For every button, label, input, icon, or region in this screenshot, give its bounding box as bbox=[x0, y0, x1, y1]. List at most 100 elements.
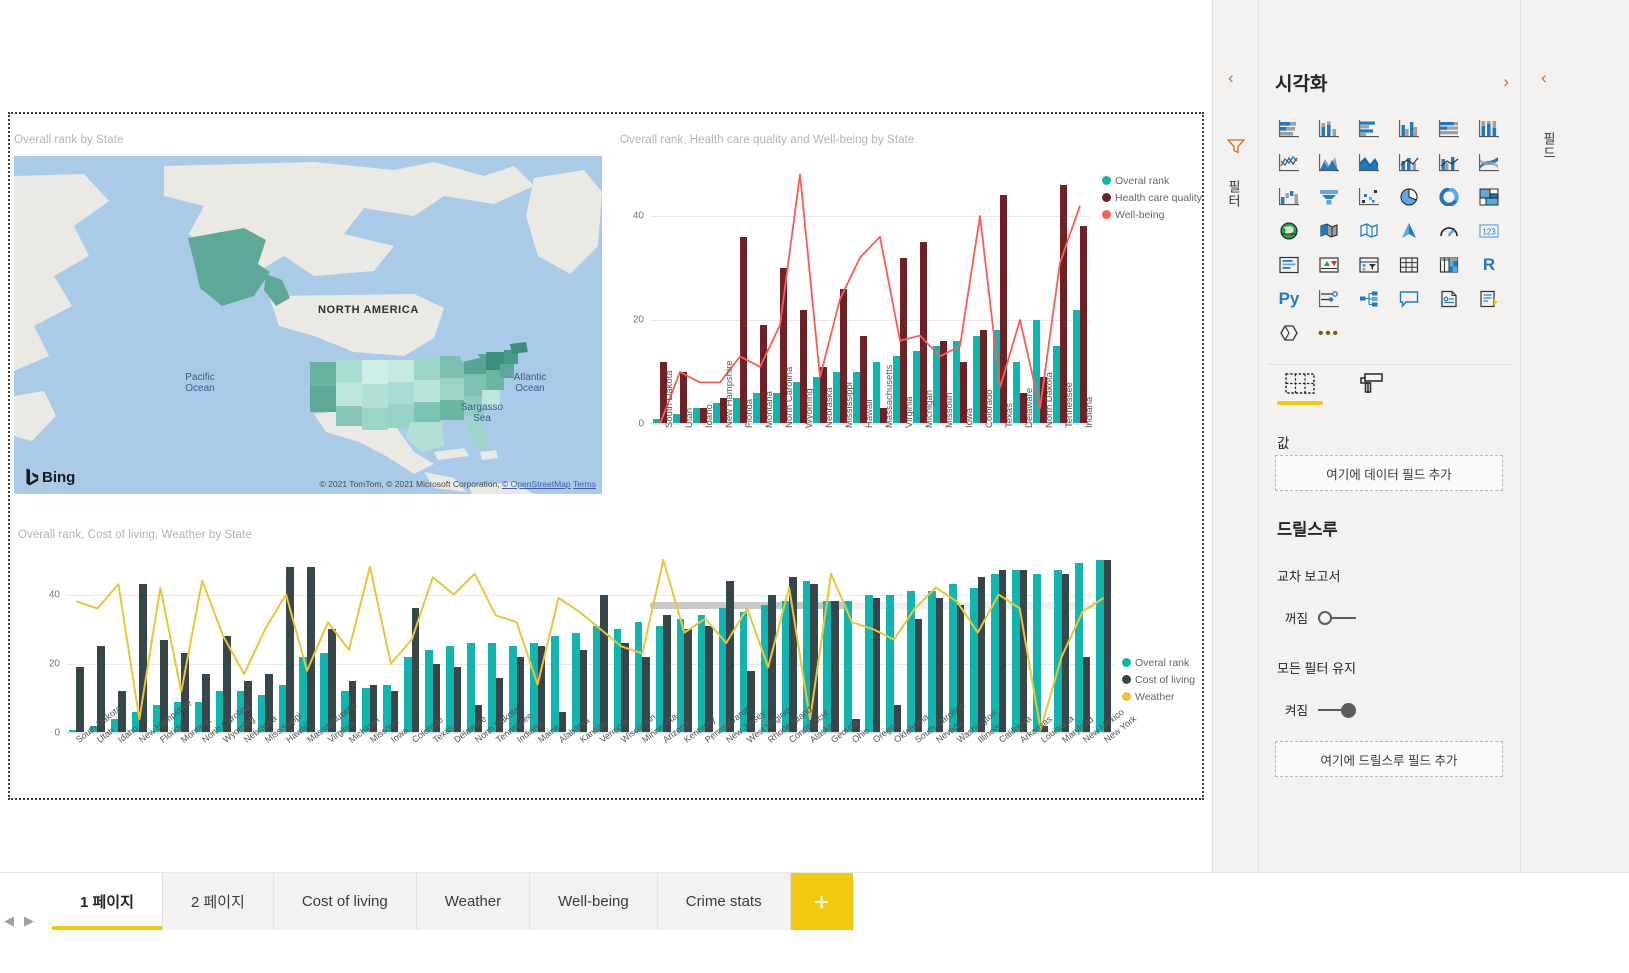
clustered-bar-chart-icon[interactable] bbox=[1349, 112, 1389, 146]
page-tabs[interactable]: 1 페이지2 페이지Cost of livingWeather Well-bein… bbox=[52, 873, 853, 930]
shape-map-icon[interactable] bbox=[1349, 214, 1389, 248]
cost-chart-legend[interactable]: Overal rank Cost of living Weather bbox=[1122, 654, 1195, 705]
line-clustered-column-chart-icon[interactable] bbox=[1429, 146, 1469, 180]
collapse-filters-chevron-icon[interactable]: ‹ bbox=[1228, 68, 1234, 88]
page-tab-5[interactable]: Well-being bbox=[530, 873, 658, 930]
map-visual[interactable]: Overall rank by State bbox=[14, 134, 604, 494]
kpi-icon[interactable] bbox=[1309, 248, 1349, 282]
map-continent-label: NORTH AMERICA bbox=[318, 304, 419, 316]
r-script-visual-icon[interactable]: R bbox=[1469, 248, 1509, 282]
hundred-percent-stacked-column-chart-icon[interactable] bbox=[1469, 112, 1509, 146]
drillthrough-dropzone[interactable]: 여기에 드릴스루 필드 추가 bbox=[1275, 741, 1503, 777]
page-tab-1[interactable]: 1 페이지 bbox=[52, 873, 163, 930]
x-axis-tick-label: Idaho bbox=[704, 404, 715, 428]
cross-report-toggle-row[interactable]: 꺼짐 bbox=[1285, 608, 1356, 627]
legend-item[interactable]: Overal rank bbox=[1122, 654, 1195, 671]
fields-pane-collapsed[interactable]: ‹ 필드 bbox=[1520, 0, 1629, 872]
y-axis-tick-label: 20 bbox=[36, 658, 60, 669]
line-stacked-column-chart-icon[interactable] bbox=[1389, 146, 1429, 180]
cross-report-toggle-switch[interactable] bbox=[1318, 611, 1356, 625]
stacked-bar-chart-icon[interactable] bbox=[1269, 112, 1309, 146]
cost-of-living-chart[interactable]: Overall rank, Cost of living, Weather by… bbox=[14, 529, 1196, 794]
page-tab-prev-arrow[interactable]: ◀ bbox=[4, 913, 14, 929]
report-page-container[interactable]: Overall rank by State bbox=[8, 112, 1204, 800]
gauge-icon[interactable] bbox=[1429, 214, 1469, 248]
fields-tab[interactable] bbox=[1277, 372, 1323, 405]
x-axis-tick-label: Montana bbox=[764, 391, 775, 428]
filters-pane-collapsed[interactable]: ‹ 필터 bbox=[1212, 0, 1258, 872]
slicer-icon[interactable] bbox=[1349, 248, 1389, 282]
key-influencers-icon[interactable] bbox=[1309, 282, 1349, 316]
legend-item[interactable]: Cost of living bbox=[1122, 671, 1195, 688]
line-chart-icon[interactable] bbox=[1269, 146, 1309, 180]
values-dropzone[interactable]: 여기에 데이터 필드 추가 bbox=[1275, 455, 1503, 491]
legend-item[interactable]: Health care quality bbox=[1102, 189, 1202, 206]
keep-all-filters-toggle-row[interactable]: 켜짐 bbox=[1285, 700, 1356, 719]
hundred-percent-stacked-bar-chart-icon[interactable] bbox=[1429, 112, 1469, 146]
x-axis-tick-label: North Dakota bbox=[1044, 372, 1055, 428]
visualizations-pane[interactable]: 시각화 › 123R Py••• bbox=[1258, 0, 1520, 872]
matrix-icon[interactable] bbox=[1429, 248, 1469, 282]
legend-item[interactable]: Well-being bbox=[1102, 206, 1202, 223]
page-tab-4[interactable]: Weather bbox=[417, 873, 530, 930]
legend-item[interactable]: Overal rank bbox=[1102, 172, 1202, 189]
y-axis-tick-label: 40 bbox=[36, 589, 60, 600]
azure-map-icon[interactable] bbox=[1389, 214, 1429, 248]
report-canvas-area[interactable]: Overall rank by State bbox=[0, 0, 1212, 872]
paginated-report-icon[interactable] bbox=[1469, 282, 1509, 316]
legend-label: Cost of living bbox=[1135, 674, 1195, 686]
area-chart-icon[interactable] bbox=[1309, 146, 1349, 180]
visualization-type-grid[interactable]: 123R Py••• bbox=[1269, 112, 1513, 350]
fields-pane-vertical-label: 필드 bbox=[1539, 132, 1558, 160]
multi-row-card-icon[interactable] bbox=[1269, 248, 1309, 282]
filled-map-icon[interactable] bbox=[1309, 214, 1349, 248]
more-options-icon[interactable]: ••• bbox=[1309, 316, 1349, 350]
ribbon-chart-icon[interactable] bbox=[1469, 146, 1509, 180]
map-visual-title: Overall rank by State bbox=[14, 134, 123, 146]
pie-chart-icon[interactable] bbox=[1389, 180, 1429, 214]
filter-icon[interactable] bbox=[1227, 138, 1245, 159]
card-number-icon[interactable]: 123 bbox=[1469, 214, 1509, 248]
expand-visualizations-chevron-icon[interactable]: › bbox=[1503, 72, 1509, 92]
add-page-button[interactable]: + bbox=[791, 873, 853, 930]
stacked-column-chart-icon[interactable] bbox=[1309, 112, 1349, 146]
table-icon[interactable] bbox=[1389, 248, 1429, 282]
smart-narrative-icon[interactable] bbox=[1429, 282, 1469, 316]
get-more-visuals-icon[interactable] bbox=[1269, 316, 1309, 350]
page-tab-label: Well-being bbox=[558, 893, 629, 910]
page-tab-6[interactable]: Crime stats bbox=[658, 873, 791, 930]
decomposition-tree-icon[interactable] bbox=[1349, 282, 1389, 316]
x-axis-tick-label: Iowa bbox=[964, 408, 975, 428]
map-attribution-osm-link[interactable]: © OpenStreetMap bbox=[502, 479, 571, 489]
donut-chart-icon[interactable] bbox=[1429, 180, 1469, 214]
clustered-column-chart-icon[interactable] bbox=[1389, 112, 1429, 146]
scatter-chart-icon[interactable] bbox=[1349, 180, 1389, 214]
keep-all-filters-toggle-switch[interactable] bbox=[1318, 703, 1356, 717]
viz-pane-field-tabs[interactable] bbox=[1277, 372, 1395, 405]
bing-map-canvas[interactable]: NORTH AMERICA Pacific Ocean Atlantic Oce… bbox=[14, 156, 602, 494]
python-visual-icon[interactable]: Py bbox=[1269, 282, 1309, 316]
x-axis-tick-label: Florida bbox=[744, 399, 755, 428]
visualizations-pane-title: 시각화 bbox=[1275, 69, 1327, 96]
funnel-chart-icon[interactable] bbox=[1309, 180, 1349, 214]
bing-logo[interactable]: Bing bbox=[26, 468, 75, 486]
page-tab-2[interactable]: 2 페이지 bbox=[163, 873, 274, 930]
x-axis-tick-label: Utah bbox=[684, 408, 695, 428]
health-chart-legend[interactable]: Overal rankHealth care qualityWell-being bbox=[1102, 172, 1202, 223]
format-tab[interactable] bbox=[1349, 372, 1395, 405]
legend-color-dot bbox=[1102, 176, 1111, 185]
page-tab-3[interactable]: Cost of living bbox=[274, 873, 417, 930]
stacked-area-chart-icon[interactable] bbox=[1349, 146, 1389, 180]
collapse-fields-chevron-icon[interactable]: ‹ bbox=[1541, 68, 1547, 88]
page-tab-next-arrow[interactable]: ▶ bbox=[24, 913, 34, 929]
waterfall-chart-icon[interactable] bbox=[1269, 180, 1309, 214]
legend-label: Weather bbox=[1135, 691, 1175, 703]
map-attribution-terms-link[interactable]: Terms bbox=[573, 479, 596, 489]
page-tab-nav-arrows[interactable]: ◀ ▶ bbox=[4, 913, 34, 929]
page-tab-bar[interactable]: ◀ ▶ 1 페이지2 페이지Cost of livingWeather Well-… bbox=[0, 872, 1629, 973]
treemap-icon[interactable] bbox=[1469, 180, 1509, 214]
health-care-quality-chart[interactable]: Overall rank, Health care quality and We… bbox=[616, 134, 1196, 504]
map-icon[interactable] bbox=[1269, 214, 1309, 248]
qna-icon[interactable] bbox=[1389, 282, 1429, 316]
legend-item[interactable]: Weather bbox=[1122, 688, 1195, 705]
